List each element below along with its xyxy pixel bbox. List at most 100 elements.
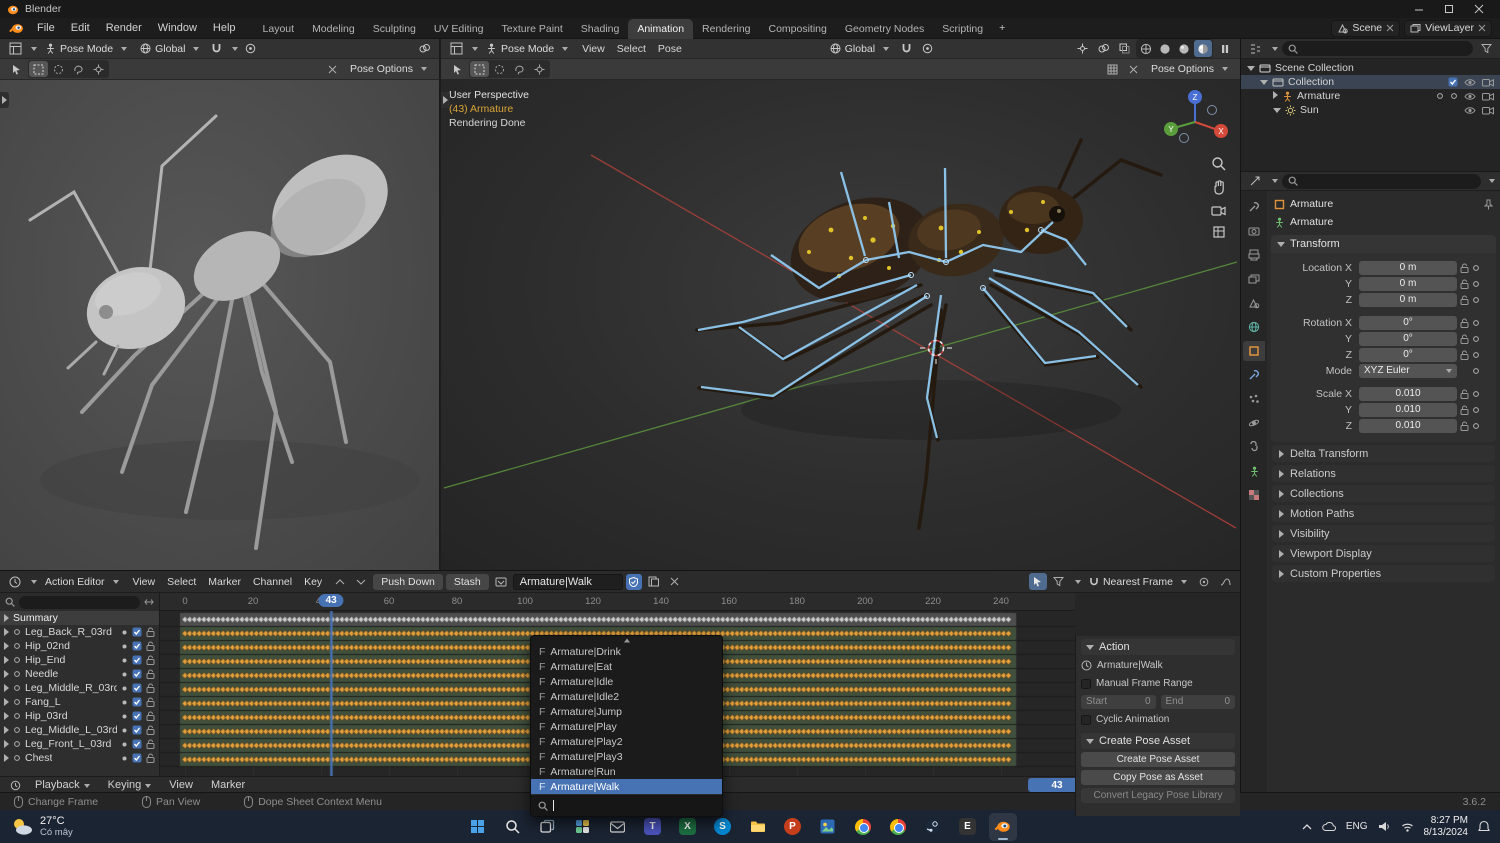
action-search-input[interactable]	[559, 800, 715, 812]
action-item-armature-drink[interactable]: FArmature|Drink	[531, 644, 722, 659]
channel-row-hip-03rd[interactable]: Hip_03rd	[0, 709, 159, 723]
mode-dropdown-left[interactable]: Pose Mode	[40, 40, 132, 58]
properties-tab-tool[interactable]	[1243, 197, 1265, 217]
curve-icon[interactable]	[1216, 573, 1234, 590]
lock-icon[interactable]	[1460, 405, 1469, 415]
filter-funnel-icon[interactable]	[1050, 573, 1068, 590]
close-tool-icon[interactable]	[1125, 61, 1143, 78]
disclosure-triangle[interactable]	[4, 698, 9, 706]
action-item-armature-play3[interactable]: FArmature|Play3	[531, 749, 722, 764]
animate-decorator-icon[interactable]	[1472, 335, 1480, 343]
channel-enabled-checkbox[interactable]	[132, 697, 142, 707]
select-circle-button[interactable]	[49, 61, 68, 77]
volume-icon[interactable]	[1378, 821, 1391, 832]
menubar-menu-help[interactable]: Help	[205, 18, 244, 38]
properties-tab-render[interactable]	[1243, 221, 1265, 241]
stash-button[interactable]: Stash	[446, 574, 489, 590]
clock-widget[interactable]: 8:27 PM 8/13/2024	[1424, 815, 1469, 839]
workspace-tab-animation[interactable]: Animation	[628, 19, 693, 39]
panel-section-custom-properties[interactable]: Custom Properties	[1272, 565, 1495, 582]
properties-tab-modifiers[interactable]	[1243, 365, 1265, 385]
property-field-z[interactable]: 0.010	[1359, 419, 1457, 433]
fake-user-toggle[interactable]	[626, 574, 642, 590]
channel-enabled-checkbox[interactable]	[132, 641, 142, 651]
select-lasso-button[interactable]	[69, 61, 88, 77]
action-item-armature-play[interactable]: FArmature|Play	[531, 719, 722, 734]
workspace-tab-geometry-nodes[interactable]: Geometry Nodes	[836, 19, 933, 39]
maximize-button[interactable]	[1434, 0, 1464, 18]
keying-dot-icon[interactable]	[121, 699, 128, 706]
toggle-ortho-icon[interactable]	[1212, 225, 1226, 239]
action-name-field[interactable]: Armature|Walk	[513, 574, 623, 590]
checkbox-icon[interactable]	[1081, 679, 1091, 689]
workspace-tab-layout[interactable]: Layout	[254, 19, 304, 39]
property-field-y[interactable]: 0 m	[1359, 277, 1457, 291]
workspace-tab-sculpting[interactable]: Sculpting	[364, 19, 425, 39]
viewport-solid[interactable]	[0, 80, 440, 570]
proportional-edit-icon[interactable]	[241, 40, 259, 57]
lock-icon[interactable]	[1460, 350, 1469, 360]
snap-mode-dropdown[interactable]: Nearest Frame	[1084, 573, 1192, 591]
property-field-y[interactable]: 0.010	[1359, 403, 1457, 417]
cursor-tool-button[interactable]	[89, 61, 108, 77]
snap-chevron-icon[interactable]	[232, 47, 238, 51]
tray-chevron-up-icon[interactable]	[1302, 824, 1312, 830]
viewport-menu-pose[interactable]: Pose	[652, 43, 688, 55]
workspace-tab-scripting[interactable]: Scripting	[933, 19, 992, 39]
menubar-menu-edit[interactable]: Edit	[63, 18, 98, 38]
scene-selector[interactable]: Scene	[1331, 20, 1400, 37]
show-gizmo-icon[interactable]	[1073, 40, 1091, 57]
keying-dot-icon[interactable]	[121, 629, 128, 636]
workspace-tab-modeling[interactable]: Modeling	[303, 19, 364, 39]
copy-pose-asset-button[interactable]: Copy Pose as Asset	[1081, 770, 1235, 785]
dopesheet-editor-icon[interactable]	[6, 573, 24, 590]
navigation-gizmo[interactable]: Z X Y	[1160, 86, 1230, 157]
keying-dot-icon[interactable]	[121, 741, 128, 748]
disclosure-triangle[interactable]	[4, 656, 9, 664]
channel-search-input[interactable]	[19, 596, 140, 609]
disclosure-triangle[interactable]	[4, 754, 9, 762]
playback-sync-icon[interactable]	[6, 777, 24, 794]
properties-tab-texture[interactable]	[1243, 485, 1265, 505]
lock-icon[interactable]	[1460, 421, 1469, 431]
include-checkbox[interactable]	[1448, 77, 1458, 87]
new-action-icon[interactable]	[645, 573, 663, 590]
active-tool-icon[interactable]	[7, 61, 25, 78]
disclosure-triangle[interactable]	[4, 628, 9, 636]
lock-icon[interactable]	[1460, 334, 1469, 344]
channel-lock-icon[interactable]	[146, 627, 155, 637]
panel-section-visibility[interactable]: Visibility	[1272, 525, 1495, 542]
disclosure-triangle[interactable]	[4, 740, 9, 748]
viewport-menu-view[interactable]: View	[576, 43, 611, 55]
dopesheet-menu-select[interactable]: Select	[161, 576, 202, 588]
taskbar-app-steam[interactable]	[919, 813, 947, 841]
toolbar-expand-arrow[interactable]	[441, 92, 450, 108]
lock-icon[interactable]	[1460, 279, 1469, 289]
channel-row-leg-middle-l-03rd[interactable]: Leg_Middle_L_03rd	[0, 723, 159, 737]
close-tool-icon[interactable]	[324, 61, 342, 78]
animate-decorator-icon[interactable]	[1472, 390, 1480, 398]
hide-viewport-toggle[interactable]	[1464, 77, 1476, 87]
editor-type-button-right[interactable]	[447, 40, 465, 57]
push-down-button[interactable]: Push Down	[373, 574, 443, 590]
channel-lock-icon[interactable]	[146, 683, 155, 693]
channel-enabled-checkbox[interactable]	[132, 725, 142, 735]
hide-viewport-toggle[interactable]	[1464, 106, 1476, 115]
expand-icon[interactable]	[144, 598, 154, 606]
checkbox-icon[interactable]	[1081, 715, 1091, 725]
disable-render-toggle[interactable]	[1482, 77, 1494, 87]
timeline-ruler[interactable]: 43 020406080100120140160180200220240	[160, 593, 1075, 611]
channel-row-summary[interactable]: Summary	[0, 611, 159, 625]
taskbar-app-search[interactable]	[499, 813, 527, 841]
property-field-z[interactable]: 0°	[1359, 348, 1457, 362]
disclosure-triangle[interactable]	[4, 614, 9, 622]
pause-icon[interactable]	[1216, 40, 1234, 57]
lock-icon[interactable]	[1460, 295, 1469, 305]
properties-tab-view-layer[interactable]	[1243, 269, 1265, 289]
workspace-tab-rendering[interactable]: Rendering	[693, 19, 759, 39]
channel-row-hip-end[interactable]: Hip_End	[0, 653, 159, 667]
channel-row-needle[interactable]: Needle	[0, 667, 159, 681]
channel-enabled-checkbox[interactable]	[132, 739, 142, 749]
shading-wireframe-button[interactable]	[1137, 40, 1155, 57]
keying-dot-icon[interactable]	[121, 755, 128, 762]
